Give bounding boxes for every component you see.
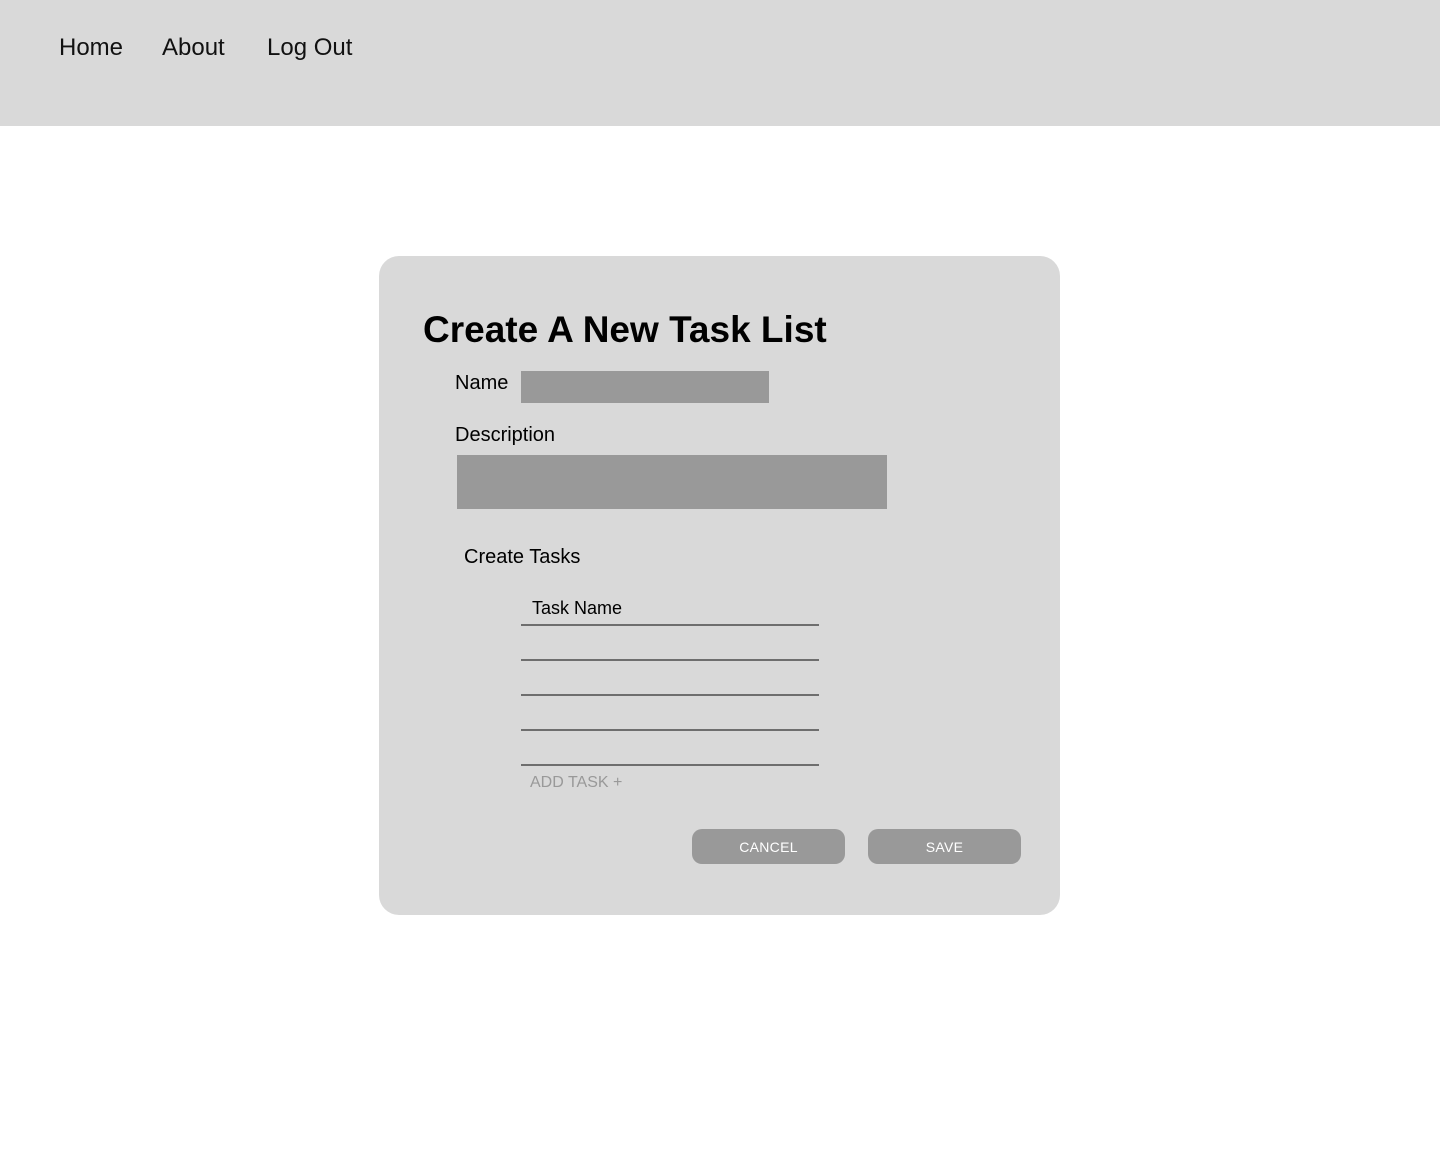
top-nav-bar: Home About Log Out (0, 0, 1440, 126)
task-input-4[interactable] (521, 697, 819, 731)
task-input-2[interactable] (521, 627, 819, 661)
name-label: Name (455, 372, 509, 394)
name-input[interactable] (521, 371, 769, 403)
page-title: Create A New Task List (423, 309, 827, 350)
cancel-button[interactable]: CANCEL (692, 829, 845, 864)
add-task-link[interactable]: ADD TASK + (530, 773, 622, 793)
task-input-3[interactable] (521, 662, 819, 696)
task-input-5[interactable] (521, 732, 819, 766)
nav-home-link[interactable]: Home (59, 33, 123, 63)
nav-about-link[interactable]: About (162, 33, 225, 63)
save-button[interactable]: SAVE (868, 829, 1021, 864)
create-tasks-heading: Create Tasks (464, 546, 581, 568)
create-task-list-card: Create A New Task List Name Description … (379, 256, 1060, 915)
description-input[interactable] (457, 455, 887, 509)
task-input-1[interactable] (521, 592, 819, 626)
description-label: Description (455, 424, 556, 446)
nav-logout-link[interactable]: Log Out (267, 33, 352, 63)
